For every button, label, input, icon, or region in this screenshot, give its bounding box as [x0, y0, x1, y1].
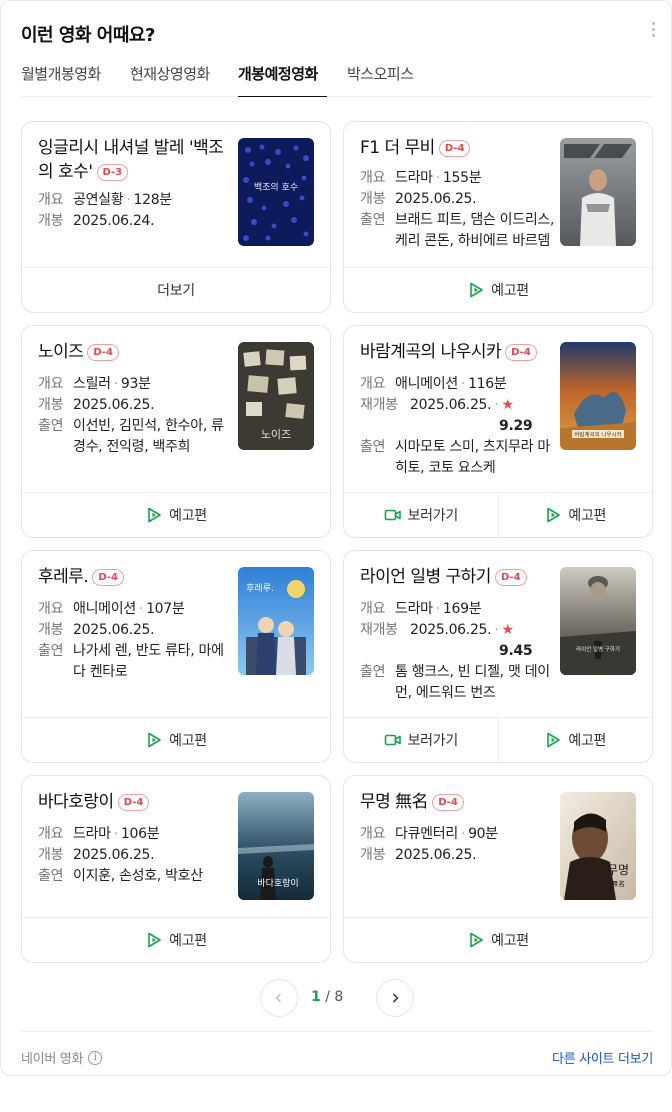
play-icon [470, 932, 483, 948]
play-icon [470, 282, 483, 298]
movie-card[interactable]: 노이즈 D-4 노이즈 개요 스릴러 · 93분 개봉 2025.06.25. 출연 이선빈… [21, 325, 331, 538]
trailer-button[interactable]: 예고편 [497, 493, 653, 537]
tab-monthly[interactable]: 월별개봉영화 [21, 63, 101, 97]
tab-now-showing[interactable]: 현재상영영화 [130, 63, 210, 97]
tab-box-office[interactable]: 박스오피스 [347, 63, 414, 97]
movie-info: 개요 드라마 · 106분 개봉 2025.06.25. 출연 이지훈, 손성호, 박호산 [38, 826, 203, 884]
section-title: 이런 영화 어때요? [21, 25, 155, 46]
movie-card[interactable]: 라이언 일병 구하기 D-4 라이언 일병 구하기 개요 드라마 · 169분 재개봉 2… [343, 550, 653, 763]
play-icon [148, 732, 161, 748]
more-vertical-icon[interactable] [645, 19, 661, 43]
play-icon [148, 507, 161, 523]
card-footer: 예고편 [22, 917, 330, 962]
movie-title[interactable]: 바람계곡의 나우시카 D-4 [360, 340, 556, 364]
movie-card[interactable]: F1 더 무비 D-4 개요 드라마 · 155분 개봉 2025.06.25. 출연 브래… [343, 121, 653, 313]
movie-title[interactable]: 노이즈 D-4 [38, 340, 234, 364]
movie-poster[interactable]: 바다호랑이 [238, 792, 314, 900]
card-footer: 예고편 [22, 717, 330, 762]
dday-badge: D-4 [438, 140, 471, 157]
trailer-button[interactable]: 예고편 [22, 918, 330, 962]
panel-footer: 네이버 영화 i 다른 사이트 더보기 [21, 1031, 653, 1077]
movie-poster[interactable]: 라이언 일병 구하기 [560, 567, 636, 675]
movie-card[interactable]: 바다호랑이 D-4 바다호랑이 개요 드라마 · 106분 개봉 2025.06.25. … [21, 775, 331, 963]
page-indicator: 1 / 8 [311, 989, 344, 1005]
movie-card[interactable]: 바람계곡의 나우시카 D-4 바람계곡의 나우시카 개요 애니메이션 · 116분 재개… [343, 325, 653, 538]
chevron-right-icon [392, 993, 399, 1003]
movie-poster[interactable]: 노이즈 [238, 342, 314, 450]
trailer-button[interactable]: 예고편 [22, 493, 330, 537]
pagination: 1 / 8 [1, 979, 672, 1017]
info-icon[interactable]: i [88, 1050, 103, 1065]
watch-button[interactable]: 보러가기 [344, 493, 498, 537]
movie-info: 개요 드라마 · 169분 재개봉 2025.06.25. · ★ 9.45 출연 톰 행크스,… [360, 601, 550, 701]
movie-poster[interactable]: 백조의 호수 [238, 138, 314, 246]
poster-title: 백조의 호수 [254, 182, 298, 193]
current-page: 1 [311, 989, 321, 1005]
movie-poster[interactable]: 바람계곡의 나우시카 [560, 342, 636, 450]
card-footer: 예고편 [22, 492, 330, 537]
movie-info: 개요 애니메이션 · 116분 재개봉 2025.06.25. · ★ 9.29 출연 시마모토… [360, 376, 550, 476]
total-pages: 8 [334, 989, 344, 1005]
card-footer: 예고편 [344, 267, 652, 312]
movie-title[interactable]: 무명 無名 D-4 [360, 790, 556, 814]
movie-card[interactable]: 잉글리시 내셔널 발레 '백조의 호수' D-3 백조의 호수 개요 공연실황 · 12… [21, 121, 331, 313]
trailer-button[interactable]: 예고편 [344, 918, 652, 962]
trailer-button[interactable]: 예고편 [497, 718, 653, 762]
trailer-button[interactable]: 예고편 [344, 268, 652, 312]
movie-title[interactable]: 라이언 일병 구하기 D-4 [360, 565, 556, 589]
star-icon: ★ [501, 622, 514, 638]
poster-title: 라이언 일병 구하기 [576, 645, 620, 653]
movie-info: 개요 공연실황 · 128분 개봉 2025.06.24. [38, 192, 172, 229]
movie-title[interactable]: 후레루. D-4 [38, 565, 234, 589]
star-icon: ★ [501, 397, 514, 413]
dday-badge: D-4 [494, 569, 527, 586]
tab-upcoming[interactable]: 개봉예정영화 [238, 63, 327, 97]
play-icon [547, 507, 561, 523]
movie-info: 개요 애니메이션 · 107분 개봉 2025.06.25. 출연 나가세 렌, 반도 류… [38, 601, 224, 680]
play-icon [547, 732, 561, 748]
movie-title[interactable]: 바다호랑이 D-4 [38, 790, 234, 814]
movie-recommendation-panel: 이런 영화 어때요? 월별개봉영화 현재상영영화 개봉예정영화 박스오피스 잉글… [0, 0, 672, 1076]
movie-poster[interactable]: 무명 無名 [560, 792, 636, 900]
dday-badge: D-4 [432, 794, 464, 811]
other-sites-link[interactable]: 다른 사이트 더보기 [552, 1048, 653, 1067]
card-footer: 보러가기 예고편 [344, 717, 652, 762]
tab-bar: 월별개봉영화 현재상영영화 개봉예정영화 박스오피스 [21, 59, 653, 97]
movie-card[interactable]: 무명 無名 D-4 무명 無名 개요 다큐멘터리 · 90분 개봉 2025.06.25.… [343, 775, 653, 963]
poster-title: 후레루. [246, 583, 274, 594]
more-button[interactable]: 더보기 [22, 268, 330, 312]
movie-title[interactable]: F1 더 무비 D-4 [360, 136, 556, 160]
dday-badge: D-4 [92, 569, 124, 586]
dday-badge: D-4 [87, 344, 120, 361]
video-camera-icon [384, 509, 401, 521]
dday-badge: D-3 [96, 164, 129, 181]
card-footer: 더보기 [22, 267, 330, 312]
poster-title: 바람계곡의 나우시카 [574, 431, 621, 439]
play-icon [148, 932, 161, 948]
watch-button[interactable]: 보러가기 [344, 718, 498, 762]
video-camera-icon [384, 734, 401, 746]
poster-title: 바다호랑이 [257, 877, 298, 889]
poster-subtitle: 無名 [611, 879, 625, 888]
card-footer: 보러가기 예고편 [344, 492, 652, 537]
trailer-button[interactable]: 예고편 [22, 718, 330, 762]
movie-poster[interactable] [560, 138, 636, 246]
dday-badge: D-4 [505, 344, 537, 361]
prev-page-button[interactable] [260, 979, 298, 1017]
dday-badge: D-4 [117, 794, 150, 811]
chevron-left-icon [275, 993, 282, 1003]
movie-card[interactable]: 후레루. D-4 후레루. 개요 애니메이션 · 107분 개봉 2025.06.25. … [21, 550, 331, 763]
movie-poster[interactable]: 후레루. [238, 567, 314, 675]
movie-info: 개요 드라마 · 155분 개봉 2025.06.25. 출연 브래드 피트, 댐슨 이드… [360, 170, 555, 249]
movie-info: 개요 스릴러 · 93분 개봉 2025.06.25. 출연 이선빈, 김민석, 한수아,… [38, 376, 224, 455]
poster-title: 노이즈 [261, 428, 291, 441]
source-label: 네이버 영화 i [21, 1048, 103, 1067]
card-footer: 예고편 [344, 917, 652, 962]
next-page-button[interactable] [376, 979, 414, 1017]
poster-title: 무명 [607, 863, 629, 877]
movie-title[interactable]: 잉글리시 내셔널 발레 '백조의 호수' D-3 [38, 136, 234, 184]
movie-info: 개요 다큐멘터리 · 90분 개봉 2025.06.25. [360, 826, 498, 863]
